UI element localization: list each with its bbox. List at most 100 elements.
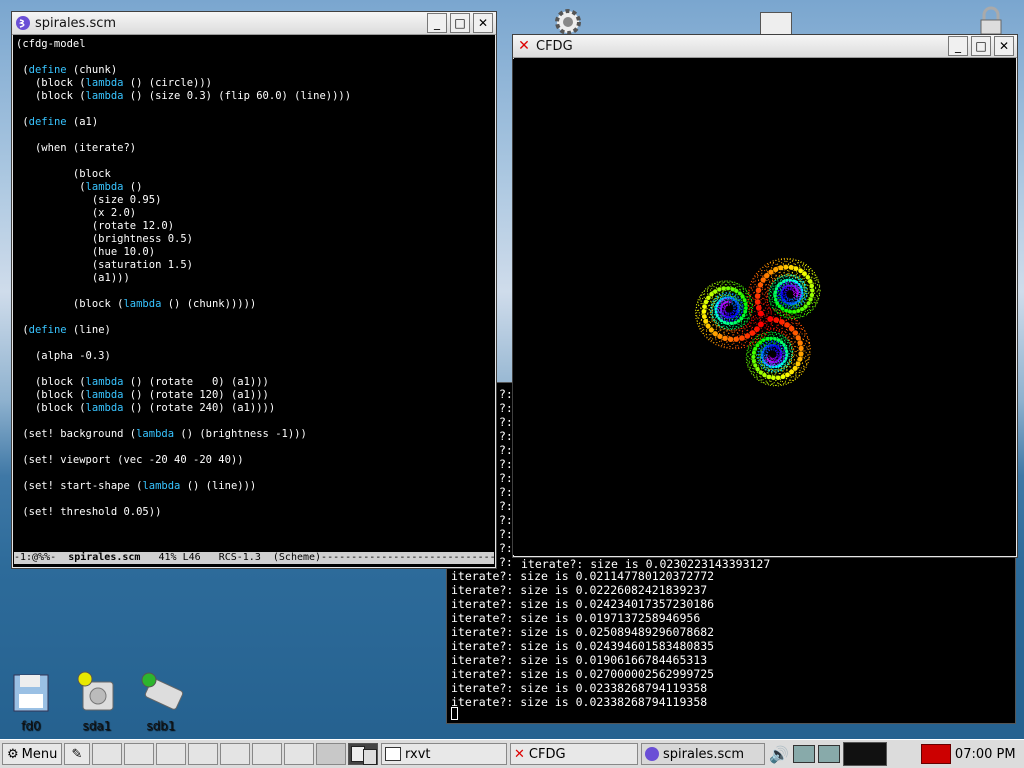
system-tray: 🔊 07:00 PM (769, 742, 1016, 766)
maximize-button[interactable]: □ (971, 36, 991, 56)
spiral-dot (780, 291, 783, 294)
network-icon-2[interactable] (817, 745, 840, 763)
close-button[interactable]: ✕ (994, 36, 1014, 56)
spiral-dot (708, 327, 714, 333)
code-line: (cfdg-model (16, 38, 86, 50)
desktop-icon-sda1[interactable]: sda1 (67, 670, 127, 733)
spiral-dot (788, 309, 792, 314)
spiral-dot (798, 268, 803, 274)
emacs-icon (15, 15, 31, 31)
code-buffer[interactable]: (cfdg-model (define (chunk) (block (lamb… (16, 38, 492, 519)
close-button[interactable]: ✕ (473, 13, 493, 33)
code-line: (set! viewport (vec -20 40 -20 40)) (16, 454, 244, 466)
workspace-3[interactable] (156, 743, 186, 765)
terminal-line: iterate?: size is 0.0197137258946956 (451, 611, 701, 625)
modeline-prefix: -1:@%%- (14, 552, 69, 563)
spiral-dot (741, 313, 746, 318)
terminal-cursor[interactable] (451, 707, 458, 720)
code-line: (block (lambda () (rotate 120) (a1))) (16, 389, 269, 401)
spiral-dot (771, 375, 776, 381)
spiral-dot (779, 319, 785, 325)
workspace-1[interactable] (92, 743, 122, 765)
task-cfdg[interactable]: ✕ CFDG (510, 743, 638, 765)
code-line: (rotate 12.0) (16, 220, 175, 232)
code-line: (define (line) (16, 324, 111, 336)
code-line: (set! start-shape (lambda () (line))) (16, 480, 257, 492)
workspace-4[interactable] (188, 743, 218, 765)
task-spirales[interactable]: spirales.scm (641, 743, 765, 765)
spiral-dot (720, 306, 723, 309)
cfdg-window[interactable]: ✕ CFDG _ □ ✕ (512, 34, 1018, 558)
task-rxvt[interactable]: rxvt (381, 743, 507, 765)
spiral-dot (777, 346, 780, 349)
emacs-modeline: -1:@%%- spirales.scm 41% L46 RCS-1.3 (Sc… (14, 552, 494, 564)
workspace-5[interactable] (220, 743, 250, 765)
code-line: (hue 10.0) (16, 246, 156, 258)
terminal-side-fragment: ?: (499, 541, 513, 555)
menu-button[interactable]: ⚙ Menu (2, 743, 62, 765)
launcher-icon: ✎ (71, 746, 83, 762)
spiral-dot (775, 301, 779, 305)
workspace-7[interactable] (284, 743, 314, 765)
terminal-line: iterate?: size is 0.02338268794119358 (451, 695, 708, 709)
code-line: (x 2.0) (16, 207, 137, 219)
spiral-dot (795, 361, 801, 367)
workspace-6[interactable] (252, 743, 282, 765)
spiral-dot (749, 330, 756, 336)
spiral-dot (757, 321, 764, 328)
terminal-side-fragment: ?: (499, 555, 513, 569)
terminal-line: iterate?: size is 0.02338268794119358 (451, 681, 708, 695)
volume-icon[interactable]: 🔊 (769, 745, 789, 764)
menu-logo-icon: ⚙ (7, 746, 19, 762)
minimize-button[interactable]: _ (427, 13, 447, 33)
desktop-icon-sdb1[interactable]: sdb1 (131, 670, 191, 733)
spiral-dot (788, 264, 794, 270)
spiral-dot (785, 372, 790, 378)
lock-icon[interactable] (976, 6, 1006, 36)
minimize-button[interactable]: _ (948, 36, 968, 56)
terminal-output: iterate?: size is 0.021147780120372772 it… (451, 569, 714, 709)
mail-icon[interactable] (920, 744, 951, 764)
close-icon: ✕ (477, 16, 489, 30)
pager-window-thumbnail[interactable] (348, 743, 378, 765)
workspace-8[interactable] (316, 743, 346, 765)
clock[interactable]: 07:00 PM (955, 747, 1016, 762)
code-line: (saturation 1.5) (16, 259, 194, 271)
spiral-dot (783, 264, 789, 270)
code-line: (when (iterate?) (16, 142, 137, 154)
spiral-dot (740, 294, 745, 299)
network-icon[interactable] (792, 745, 815, 763)
emacs-editor-window[interactable]: spirales.scm _ □ ✕ (cfdg-model (define (… (11, 11, 497, 569)
spiral-dot (773, 317, 780, 323)
spiral-dot (802, 271, 807, 277)
maximize-button[interactable]: □ (450, 13, 470, 33)
spiral-dot (779, 355, 782, 359)
desktop-icon-fd0[interactable]: fd0 (1, 672, 61, 733)
cfdg-titlebar[interactable]: ✕ CFDG _ □ ✕ (513, 35, 1017, 58)
spiral-dot (736, 310, 739, 314)
spiral-dot (701, 314, 707, 319)
spiral-dot (744, 333, 751, 339)
modeline-buffer-name: spirales.scm (68, 552, 141, 563)
spiral-dot (758, 370, 763, 375)
terminal-line: iterate?: size is 0.025089489296078682 (451, 625, 715, 639)
spiral-dot (727, 336, 734, 342)
task-label: CFDG (528, 746, 566, 762)
workspace-2[interactable] (124, 743, 154, 765)
spiral-dot (788, 325, 795, 332)
editor-title: spirales.scm (35, 15, 117, 31)
x-icon: ✕ (514, 746, 525, 762)
taskbar: ⚙ Menu ✎ rxvt ✕ CFDG spirales.scm 🔊 07:0… (0, 739, 1024, 768)
spiral-dot (726, 321, 730, 325)
launcher-button[interactable]: ✎ (64, 743, 90, 765)
editor-titlebar[interactable]: spirales.scm _ □ ✕ (12, 12, 496, 35)
code-line: (brightness 0.5) (16, 233, 194, 245)
terminal-line: iterate?: size is 0.02226082421839237 (451, 583, 708, 597)
spiral-dot (806, 301, 811, 306)
